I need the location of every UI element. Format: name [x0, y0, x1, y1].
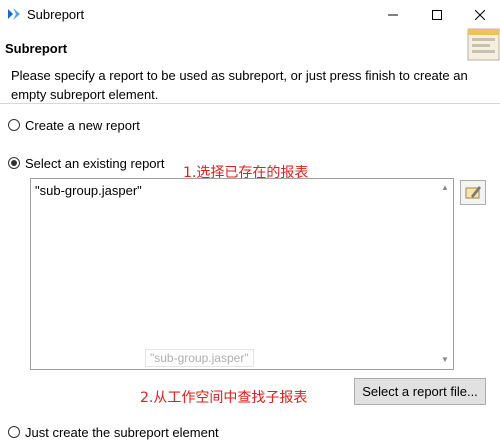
radio-empty-subreport-element[interactable]	[8, 426, 20, 438]
scroll-up-arrow-icon[interactable]: ▲	[439, 182, 451, 194]
close-icon	[475, 10, 485, 20]
report-wizard-icon	[467, 28, 500, 61]
title-bar: Subreport	[0, 0, 500, 30]
edit-expression-button[interactable]	[460, 180, 486, 205]
maximize-icon	[432, 10, 442, 20]
scroll-down-arrow-icon[interactable]: ▼	[439, 354, 451, 366]
jaspersoft-logo-icon	[6, 6, 22, 22]
annotation-step2: 2.从工作空间中查找子报表	[140, 390, 308, 406]
window-title: Subreport	[27, 7, 85, 22]
header-title: Subreport	[5, 41, 68, 56]
create-new-report-label[interactable]: Create a new report	[25, 118, 140, 133]
close-button[interactable]	[460, 0, 500, 30]
select-report-file-button[interactable]: Select a report file...	[354, 378, 486, 405]
maximize-button[interactable]	[417, 0, 457, 30]
minimize-button[interactable]	[373, 0, 413, 30]
minimize-icon	[388, 14, 398, 16]
edit-expression-icon	[465, 186, 481, 199]
wizard-header: Subreport Please specify a report to be …	[0, 30, 500, 104]
drag-ghost-tooltip: "sub-group.jasper"	[145, 349, 254, 367]
header-description: Please specify a report to be used as su…	[11, 68, 468, 102]
select-existing-report-label[interactable]: Select an existing report	[25, 156, 164, 171]
radio-select-existing-report[interactable]	[8, 157, 20, 169]
list-item[interactable]: "sub-group.jasper"	[35, 183, 142, 198]
report-list[interactable]: "sub-group.jasper" ▲ ▼	[30, 178, 454, 370]
radio-create-new-report[interactable]	[8, 119, 20, 131]
empty-subreport-element-label[interactable]: Just create the subreport element	[25, 425, 219, 440]
